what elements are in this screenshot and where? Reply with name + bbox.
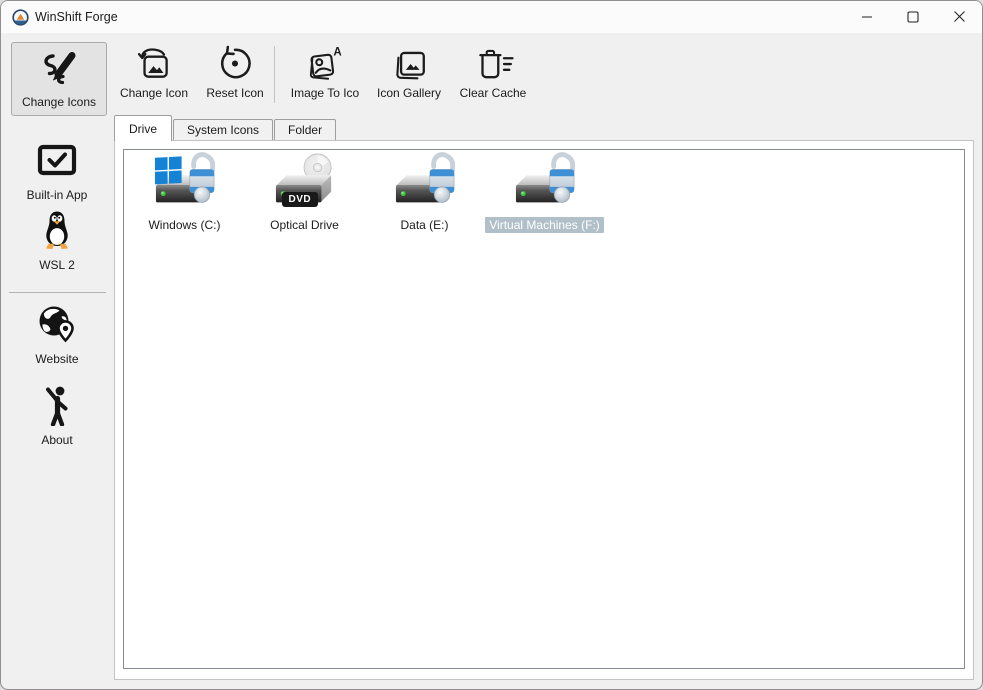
tab-system-icons[interactable]: System Icons — [173, 119, 273, 140]
minimize-icon — [861, 11, 873, 23]
sidebar-divider — [9, 292, 106, 293]
toolbar-button-label: Image To Ico — [291, 86, 359, 100]
globe-pin-icon — [36, 303, 78, 345]
app-logo-icon — [12, 9, 29, 26]
drive-item-label: Windows (C:) — [144, 217, 224, 233]
toolbar-button-label: Icon Gallery — [377, 86, 441, 100]
app-checkbox-icon — [35, 139, 79, 181]
drive-windows-bitlocker-unlocked-icon — [154, 152, 216, 214]
dvd-badge: DVD — [282, 192, 319, 207]
sidebar-item-built-in-app[interactable]: Built-in App — [1, 139, 113, 202]
clear-cache-button[interactable]: Clear Cache — [459, 45, 527, 100]
person-waving-icon — [36, 384, 78, 426]
window-title: WinShift Forge — [35, 1, 118, 33]
app-window: WinShift Forge — [0, 0, 983, 690]
maximize-button[interactable] — [890, 1, 936, 32]
toolbar-button-label: Change Icon — [120, 86, 188, 100]
toolbar-separator — [274, 46, 275, 103]
tabstrip: Drive System Icons Folder — [114, 115, 337, 141]
svg-text:A: A — [333, 47, 342, 59]
sidebar: Change Icons Built-in App — [1, 33, 113, 689]
sidebar-item-website[interactable]: Website — [1, 303, 113, 366]
sidebar-item-label: Built-in App — [27, 188, 88, 202]
drive-item-virtual-machines-f[interactable]: Virtual Machines (F:) — [486, 152, 603, 233]
image-stack-icon — [390, 45, 428, 81]
icon-gallery-button[interactable]: Icon Gallery — [373, 45, 445, 100]
sidebar-item-wsl-2[interactable]: WSL 2 — [1, 209, 113, 272]
tab-folder[interactable]: Folder — [274, 119, 336, 140]
close-icon — [953, 10, 966, 23]
change-icon-button[interactable]: Change Icon — [117, 45, 191, 100]
sidebar-item-change-icons[interactable]: Change Icons — [11, 42, 107, 116]
linux-penguin-icon — [36, 209, 78, 251]
drive-bitlocker-unlocked-icon — [394, 152, 456, 214]
maximize-icon — [907, 11, 919, 23]
drive-optical-dvd-icon: DVD — [274, 152, 336, 214]
pen-scribble-icon — [38, 50, 80, 92]
tab-drive[interactable]: Drive — [114, 115, 172, 141]
toolbar-button-label: Reset Icon — [206, 86, 263, 100]
tab-label: Drive — [129, 122, 157, 136]
toolbar-button-label: Clear Cache — [460, 86, 527, 100]
image-to-ico-button[interactable]: A Image To Ico — [287, 45, 363, 100]
drive-listview[interactable]: Windows (C:) DVD Optical Drive Data (E:) — [123, 149, 965, 669]
reset-circular-arrow-icon — [215, 45, 255, 81]
sidebar-item-label: Website — [35, 352, 78, 366]
minimize-button[interactable] — [844, 1, 890, 32]
close-button[interactable] — [936, 1, 982, 32]
drive-item-data-e[interactable]: Data (E:) — [366, 152, 483, 233]
drive-item-label: Optical Drive — [266, 217, 343, 233]
sidebar-item-about[interactable]: About — [1, 384, 113, 447]
trash-list-icon — [472, 45, 514, 81]
drive-item-label-selected: Virtual Machines (F:) — [485, 217, 603, 233]
sidebar-item-label: About — [41, 433, 72, 447]
image-undo-icon — [134, 45, 174, 81]
sidebar-item-label: Change Icons — [22, 95, 96, 109]
reset-icon-button[interactable]: Reset Icon — [205, 45, 265, 100]
drive-item-optical[interactable]: DVD Optical Drive — [246, 152, 363, 233]
drive-item-label: Data (E:) — [396, 217, 452, 233]
tab-label: Folder — [288, 123, 322, 137]
titlebar: WinShift Forge — [1, 1, 982, 33]
drive-bitlocker-unlocked-icon — [514, 152, 576, 214]
tab-label: System Icons — [187, 123, 259, 137]
sidebar-item-label: WSL 2 — [39, 258, 75, 272]
image-convert-icon: A — [304, 45, 346, 81]
drive-item-windows-c[interactable]: Windows (C:) — [126, 152, 243, 233]
